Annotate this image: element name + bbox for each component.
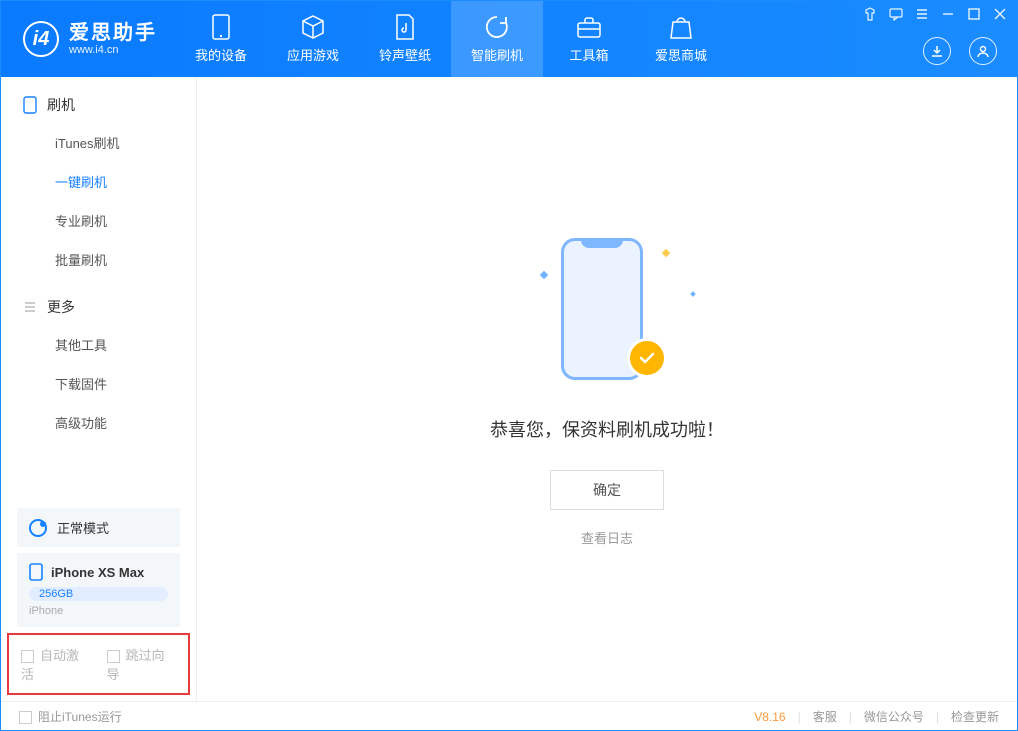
header-actions — [923, 37, 997, 65]
success-message: 恭喜您，保资料刷机成功啦！ — [490, 416, 724, 442]
skip-guide-checkbox[interactable]: 跳过向导 — [107, 645, 177, 683]
tab-label: 工具箱 — [569, 45, 608, 64]
sidebar-section-flash: 刷机 — [1, 77, 196, 123]
version-label: V8.16 — [754, 710, 785, 724]
view-log-link[interactable]: 查看日志 — [581, 528, 633, 547]
maximize-button[interactable] — [967, 7, 981, 21]
app-header: i4 爱思助手 www.i4.cn 我的设备 应用游戏 铃声壁纸 — [1, 1, 1017, 77]
tab-label: 智能刷机 — [471, 45, 523, 64]
window-controls — [863, 7, 1007, 21]
toolbox-icon — [576, 14, 602, 40]
sidebar-item-download-firmware[interactable]: 下载固件 — [1, 364, 196, 403]
sidebar-item-batch-flash[interactable]: 批量刷机 — [1, 240, 196, 279]
tab-label: 铃声壁纸 — [379, 45, 431, 64]
feedback-icon[interactable] — [889, 7, 903, 21]
block-itunes-checkbox[interactable]: 阻止iTunes运行 — [19, 708, 122, 725]
app-subtitle: www.i4.cn — [69, 44, 157, 56]
sidebar-item-advanced[interactable]: 高级功能 — [1, 403, 196, 442]
device-storage: 256GB — [29, 587, 168, 601]
skin-icon[interactable] — [863, 7, 877, 21]
sidebar: 刷机 iTunes刷机 一键刷机 专业刷机 批量刷机 更多 其他工具 下载固件 … — [1, 77, 197, 701]
main-content: 恭喜您，保资料刷机成功啦！ 确定 查看日志 — [197, 77, 1017, 701]
cube-icon — [300, 14, 326, 40]
footer-link-wechat[interactable]: 微信公众号 — [864, 708, 924, 725]
tab-label: 应用游戏 — [287, 45, 339, 64]
list-icon — [23, 300, 37, 314]
minimize-button[interactable] — [941, 7, 955, 21]
auto-activate-checkbox[interactable]: 自动激活 — [21, 645, 91, 683]
logo: i4 爱思助手 www.i4.cn — [1, 21, 175, 57]
phone-icon — [29, 563, 43, 581]
device-type: iPhone — [29, 605, 168, 617]
section-title: 更多 — [47, 297, 75, 317]
device-name: iPhone XS Max — [51, 565, 144, 580]
section-title: 刷机 — [47, 95, 75, 115]
music-file-icon — [392, 14, 418, 40]
tab-ringtones[interactable]: 铃声壁纸 — [359, 1, 451, 77]
footer-link-update[interactable]: 检查更新 — [951, 708, 999, 725]
flash-options-highlight: 自动激活 跳过向导 — [7, 633, 190, 695]
logo-icon: i4 — [23, 21, 59, 57]
tab-label: 我的设备 — [195, 45, 247, 64]
mode-label: 正常模式 — [57, 518, 109, 537]
bag-icon — [668, 14, 694, 40]
tab-apps[interactable]: 应用游戏 — [267, 1, 359, 77]
download-button[interactable] — [923, 37, 951, 65]
tab-my-device[interactable]: 我的设备 — [175, 1, 267, 77]
tab-store[interactable]: 爱思商城 — [635, 1, 727, 77]
device-icon — [208, 14, 234, 40]
check-icon — [627, 338, 667, 378]
sidebar-item-other-tools[interactable]: 其他工具 — [1, 325, 196, 364]
tab-label: 爱思商城 — [655, 45, 707, 64]
menu-icon[interactable] — [915, 7, 929, 21]
tab-toolbox[interactable]: 工具箱 — [543, 1, 635, 77]
footer-link-support[interactable]: 客服 — [813, 708, 837, 725]
sidebar-item-itunes-flash[interactable]: iTunes刷机 — [1, 123, 196, 162]
footer: 阻止iTunes运行 V8.16 | 客服 | 微信公众号 | 检查更新 — [1, 701, 1017, 731]
ok-button[interactable]: 确定 — [550, 470, 664, 510]
phone-icon — [23, 96, 37, 114]
mode-icon — [29, 519, 47, 537]
tab-flash[interactable]: 智能刷机 — [451, 1, 543, 77]
nav-tabs: 我的设备 应用游戏 铃声壁纸 智能刷机 工具箱 — [175, 1, 727, 77]
refresh-shield-icon — [484, 14, 510, 40]
sidebar-item-oneclick-flash[interactable]: 一键刷机 — [1, 162, 196, 201]
success-illustration — [547, 232, 667, 392]
app-title: 爱思助手 — [69, 22, 157, 44]
sidebar-section-more: 更多 — [1, 279, 196, 325]
device-info[interactable]: iPhone XS Max 256GB iPhone — [17, 553, 180, 627]
user-button[interactable] — [969, 37, 997, 65]
sidebar-item-pro-flash[interactable]: 专业刷机 — [1, 201, 196, 240]
close-button[interactable] — [993, 7, 1007, 21]
device-mode[interactable]: 正常模式 — [17, 508, 180, 547]
